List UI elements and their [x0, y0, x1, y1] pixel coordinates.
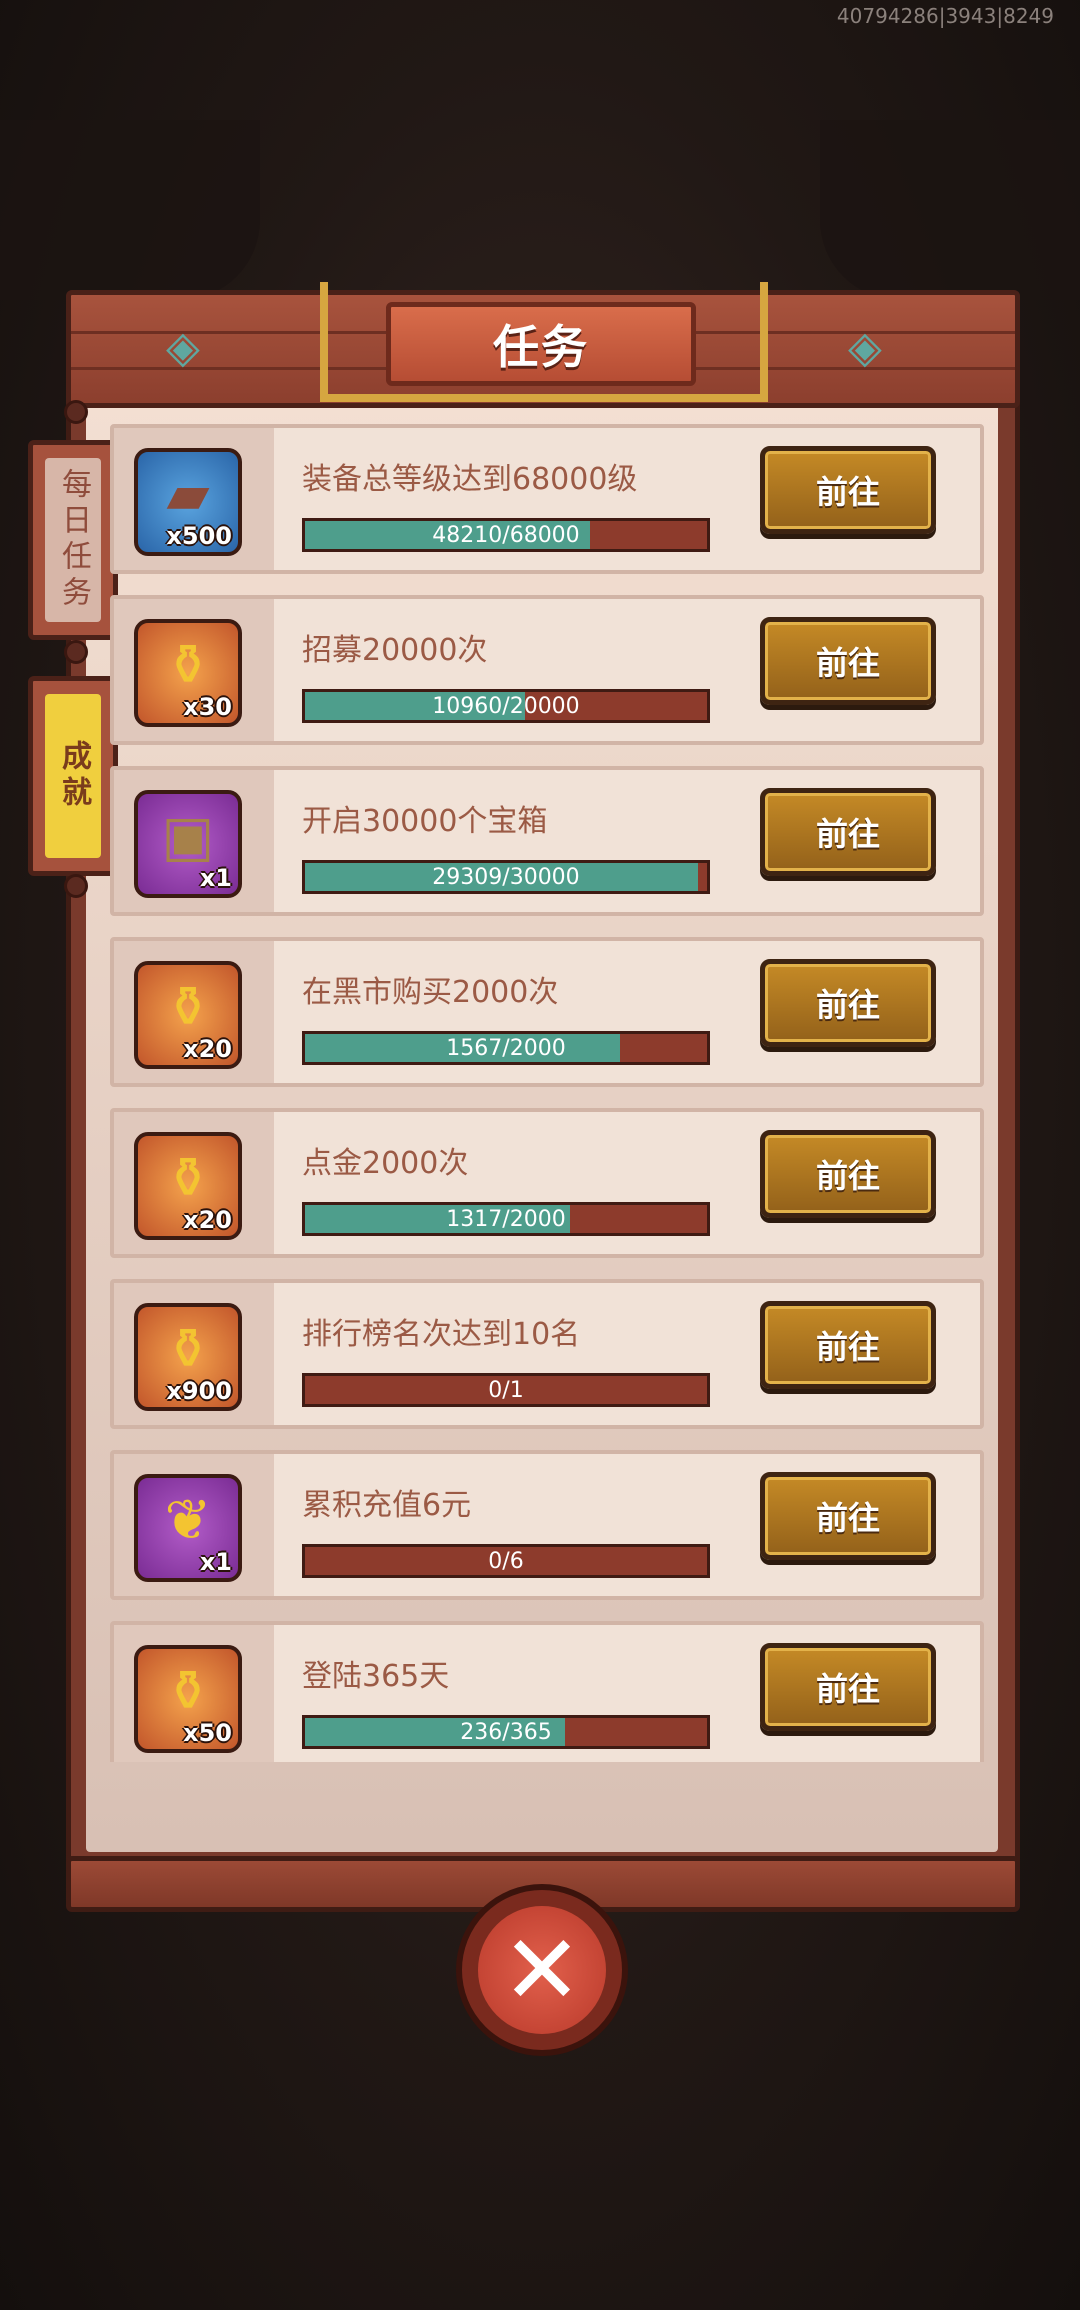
task-title: 累积充值6元: [302, 1488, 472, 1523]
reward-quantity: x900: [166, 1377, 232, 1405]
gold-scroll-icon: ⚱: [164, 975, 212, 1040]
progress-bar: 29309/30000: [302, 860, 710, 894]
golden-torch-icon: ❦: [164, 1488, 212, 1553]
progress-text: 10960/20000: [432, 693, 580, 719]
debug-id-text: 40794286|3943|8249: [836, 4, 1054, 28]
page-title: 任务: [386, 302, 696, 386]
equipment-icon: ▰: [166, 462, 210, 527]
task-row: ▣ x1 开启30000个宝箱 29309/30000 前往: [110, 766, 984, 916]
progress-text: 0/6: [488, 1548, 524, 1574]
task-row: ⚱ x900 排行榜名次达到10名 0/1 前往: [110, 1279, 984, 1429]
progress-bar: 0/1: [302, 1373, 710, 1407]
go-button[interactable]: 前往: [760, 788, 936, 876]
reward-quantity: x20: [183, 1206, 232, 1234]
task-title: 点金2000次: [302, 1146, 469, 1181]
task-row: ⚱ x30 招募20000次 10960/20000 前往: [110, 595, 984, 745]
progress-bar: 1567/2000: [302, 1031, 710, 1065]
go-button[interactable]: 前往: [760, 959, 936, 1047]
task-title: 登陆365天: [302, 1659, 450, 1694]
tab-hinge-top: [64, 400, 88, 424]
progress-bar: 10960/20000: [302, 689, 710, 723]
task-title: 排行榜名次达到10名: [302, 1317, 581, 1352]
task-title: 招募20000次: [302, 633, 488, 668]
reward-item[interactable]: ⚱ x30: [134, 619, 242, 727]
reward-item[interactable]: ⚱ x50: [134, 1645, 242, 1753]
tab-achievements[interactable]: 成就: [28, 676, 118, 876]
reward-item[interactable]: ⚱ x20: [134, 961, 242, 1069]
task-row: ⚱ x20 点金2000次 1317/2000 前往: [110, 1108, 984, 1258]
reward-quantity: x500: [166, 522, 232, 550]
reward-item[interactable]: ⚱ x900: [134, 1303, 242, 1411]
tab-daily-tasks[interactable]: 每日任务: [28, 440, 118, 640]
gold-scroll-icon: ⚱: [164, 1317, 212, 1382]
progress-bar: 1317/2000: [302, 1202, 710, 1236]
tab-achievements-label: 成就: [45, 694, 101, 858]
progress-text: 29309/30000: [432, 864, 580, 890]
go-button[interactable]: 前往: [760, 446, 936, 534]
close-icon: ✕: [478, 1906, 606, 2034]
progress-bar: 48210/68000: [302, 518, 710, 552]
tab-hinge-middle: [64, 640, 88, 664]
reward-quantity: x1: [199, 864, 232, 892]
go-button[interactable]: 前往: [760, 1301, 936, 1389]
reward-quantity: x50: [183, 1719, 232, 1747]
task-title: 在黑市购买2000次: [302, 975, 559, 1010]
reward-quantity: x20: [183, 1035, 232, 1063]
reward-item[interactable]: ▣ x1: [134, 790, 242, 898]
task-title: 装备总等级达到68000级: [302, 462, 638, 497]
gold-scroll-icon: ⚱: [164, 1659, 212, 1724]
task-row: ▰ x500 装备总等级达到68000级 48210/68000 前往: [110, 424, 984, 574]
progress-text: 48210/68000: [432, 522, 580, 548]
reward-item[interactable]: ⚱ x20: [134, 1132, 242, 1240]
reward-item[interactable]: ❦ x1: [134, 1474, 242, 1582]
progress-text: 236/365: [460, 1719, 552, 1745]
task-row: ⚱ x20 在黑市购买2000次 1567/2000 前往: [110, 937, 984, 1087]
background-silhouette-left: [0, 120, 260, 300]
fish-emblem-left-icon: ◈: [166, 322, 200, 373]
fish-emblem-right-icon: ◈: [848, 322, 882, 373]
go-button[interactable]: 前往: [760, 1130, 936, 1218]
close-button[interactable]: ✕: [456, 1884, 628, 2056]
gold-scroll-icon: ⚱: [164, 1146, 212, 1211]
go-button[interactable]: 前往: [760, 1643, 936, 1731]
progress-text: 0/1: [488, 1377, 524, 1403]
tab-hinge-bottom: [64, 874, 88, 898]
gold-scroll-icon: ⚱: [164, 633, 212, 698]
background-silhouette-right: [820, 120, 1080, 300]
progress-bar: 236/365: [302, 1715, 710, 1749]
task-row: ❦ x1 累积充值6元 0/6 前往: [110, 1450, 984, 1600]
progress-text: 1317/2000: [446, 1206, 566, 1232]
progress-text: 1567/2000: [446, 1035, 566, 1061]
tab-daily-tasks-label: 每日任务: [45, 458, 101, 622]
task-row: ⚱ x50 登陆365天 236/365 前往: [110, 1621, 984, 1762]
progress-bar: 0/6: [302, 1544, 710, 1578]
treasure-chest-icon: ▣: [161, 804, 215, 869]
task-title: 开启30000个宝箱: [302, 804, 548, 839]
go-button[interactable]: 前往: [760, 617, 936, 705]
reward-quantity: x1: [199, 1548, 232, 1576]
task-list[interactable]: ▰ x500 装备总等级达到68000级 48210/68000 前往 ⚱ x3…: [110, 424, 984, 1762]
reward-quantity: x30: [183, 693, 232, 721]
go-button[interactable]: 前往: [760, 1472, 936, 1560]
reward-item[interactable]: ▰ x500: [134, 448, 242, 556]
